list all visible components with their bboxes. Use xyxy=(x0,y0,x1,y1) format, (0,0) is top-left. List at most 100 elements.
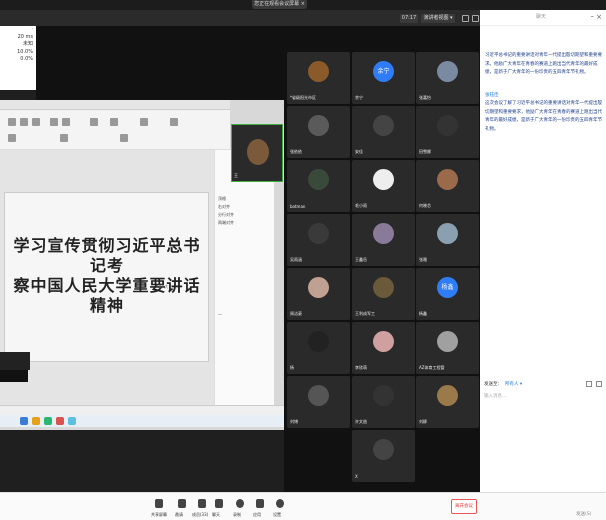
view-mode-button[interactable]: 演讲者视图 ▾ xyxy=(421,14,455,23)
avatar xyxy=(437,169,458,190)
taskbar-icon[interactable] xyxy=(32,417,40,425)
participant-tile[interactable]: *省级阳光市区 xyxy=(287,52,350,104)
leave-meeting-button[interactable]: 离开会议 xyxy=(451,499,477,514)
send-to-dropdown[interactable]: 所有人 ▾ xyxy=(505,381,522,387)
windows-taskbar xyxy=(0,415,284,427)
top-notification-bar: 您正在观看会议屏幕 × xyxy=(0,0,606,10)
avatar xyxy=(373,439,394,460)
participant-tile[interactable]: 刘博 xyxy=(287,376,350,428)
send-button[interactable]: 发送(S) xyxy=(576,511,591,517)
participant-name: 刘博 xyxy=(290,419,298,424)
participant-name: 吴雨涵 xyxy=(290,257,302,262)
share-screen-label[interactable]: 共享屏幕 xyxy=(151,512,167,518)
record-label[interactable]: 录制 xyxy=(233,512,241,518)
ribbon-icon xyxy=(32,118,40,126)
participant-tile[interactable]: 刘柳 xyxy=(416,376,479,428)
participant-name: 杨 xyxy=(290,365,294,370)
participant-tile[interactable]: 杨 xyxy=(287,322,350,374)
chat-input[interactable]: 输入消息… xyxy=(484,393,507,399)
taskbar-icon[interactable] xyxy=(20,417,28,425)
participant-tile[interactable]: 许文喆 xyxy=(352,376,415,428)
chat-label[interactable]: 聊天 xyxy=(212,512,220,518)
participant-tile[interactable]: 田雪娜 xyxy=(416,106,479,158)
participant-name: 刘柳 xyxy=(419,419,427,424)
stat-line: · xyxy=(31,26,33,32)
meeting-timer: 07:17 xyxy=(400,14,418,23)
option-2: 右对齐 xyxy=(218,204,230,209)
participant-gallery: *省级阳光市区 余宁 余宁 张嘉怡 张依依 安佳 田雪娜 batman 毛小雨 何… xyxy=(284,26,480,492)
participant-tile[interactable]: X xyxy=(352,430,415,482)
ppt-statusbar xyxy=(0,405,284,415)
participant-tile[interactable]: 张雅 xyxy=(416,214,479,266)
slide-title-line1: 学习宣传贯彻习近平总书记考 xyxy=(13,236,201,275)
avatar xyxy=(437,223,458,244)
participant-tile[interactable]: 安佳 xyxy=(352,106,415,158)
participant-tile[interactable]: 王鑫岳 xyxy=(352,214,415,266)
invite-label[interactable]: 邀请 xyxy=(175,512,183,518)
ribbon-icon xyxy=(90,118,98,126)
ribbon-icon xyxy=(8,118,16,126)
participant-name: 毛小雨 xyxy=(355,203,367,208)
ribbon-icon xyxy=(20,118,28,126)
chat-icon[interactable] xyxy=(215,499,223,508)
chat-header: 聊天 – × xyxy=(480,10,606,26)
avatar xyxy=(308,385,329,406)
slide-title-line2: 察中国人民大学重要讲话精神 xyxy=(13,276,201,315)
members-label[interactable]: 成员(33) xyxy=(192,512,208,518)
participant-tile[interactable]: 吴雨涵 xyxy=(287,214,350,266)
taskbar-icon[interactable] xyxy=(56,417,64,425)
chat-message: 这次会议了解了习近平总书记的重要讲话对青年一代提出殷切期望和重要要求，他励广大青… xyxy=(485,101,602,132)
avatar xyxy=(373,169,394,190)
tooltip-box xyxy=(0,352,30,370)
dark-strip xyxy=(0,370,28,382)
layout-icon[interactable] xyxy=(462,15,469,22)
chat-sender[interactable]: 张钰佳 xyxy=(485,92,499,98)
settings-label[interactable]: 设置 xyxy=(273,512,281,518)
participant-name: X xyxy=(355,474,358,479)
minimize-icon[interactable]: – xyxy=(591,12,595,20)
participant-tile[interactable]: 张依依 xyxy=(287,106,350,158)
chat-message: 习近平总书记的重要讲话对青年一代提出殷切期望和重要要求。他励广大青年在青春的赛道… xyxy=(485,53,602,75)
participant-tile[interactable]: 王利成军工 xyxy=(352,268,415,320)
avatar xyxy=(437,61,458,82)
avatar: 杨鑫 xyxy=(437,277,458,298)
black-region xyxy=(36,26,284,100)
ribbon-icon xyxy=(170,118,178,126)
participant-name: 田雪娜 xyxy=(419,149,431,154)
file-icon[interactable] xyxy=(586,381,592,387)
send-to-label: 发送至： xyxy=(484,382,502,387)
participant-tile[interactable]: AZ体育工程管 xyxy=(416,322,479,374)
participant-tile[interactable]: batman xyxy=(287,160,350,212)
taskbar-icon[interactable] xyxy=(44,417,52,425)
participant-tile[interactable]: 李欣萌 xyxy=(352,322,415,374)
avatar: 余宁 xyxy=(373,61,394,82)
avatar xyxy=(437,331,458,352)
screenshot-icon[interactable] xyxy=(596,381,602,387)
option-1: 顶格 xyxy=(218,196,226,201)
participant-tile[interactable]: 何晓芯 xyxy=(416,160,479,212)
recording-pill[interactable]: 您正在观看会议屏幕 × xyxy=(252,0,307,9)
participant-tile[interactable]: 张嘉怡 xyxy=(416,52,479,104)
participant-tile[interactable]: 毛小雨 xyxy=(352,160,415,212)
participant-name: 张嘉怡 xyxy=(419,95,431,100)
participant-tile[interactable]: 周洁豪 xyxy=(287,268,350,320)
apps-label[interactable]: 应用 xyxy=(253,512,261,518)
participant-name: 许文喆 xyxy=(355,419,367,424)
fullscreen-icon[interactable] xyxy=(472,15,479,22)
presenter-name: 王 xyxy=(234,173,238,178)
members-icon[interactable] xyxy=(198,499,206,508)
apps-icon[interactable] xyxy=(256,499,264,508)
participant-tile[interactable]: 余宁 余宁 xyxy=(352,52,415,104)
invite-icon[interactable] xyxy=(178,499,186,508)
participant-tile[interactable]: 杨鑫 杨鑫 xyxy=(416,268,479,320)
share-screen-icon[interactable] xyxy=(155,499,163,508)
record-icon[interactable] xyxy=(236,499,244,508)
ribbon-icon xyxy=(140,118,148,126)
avatar xyxy=(308,277,329,298)
close-icon[interactable]: × xyxy=(596,13,602,21)
taskbar-icon[interactable] xyxy=(68,417,76,425)
gear-icon[interactable] xyxy=(276,499,284,508)
avatar xyxy=(437,115,458,136)
ribbon-icon xyxy=(60,134,68,142)
participant-name: 周洁豪 xyxy=(290,311,302,316)
